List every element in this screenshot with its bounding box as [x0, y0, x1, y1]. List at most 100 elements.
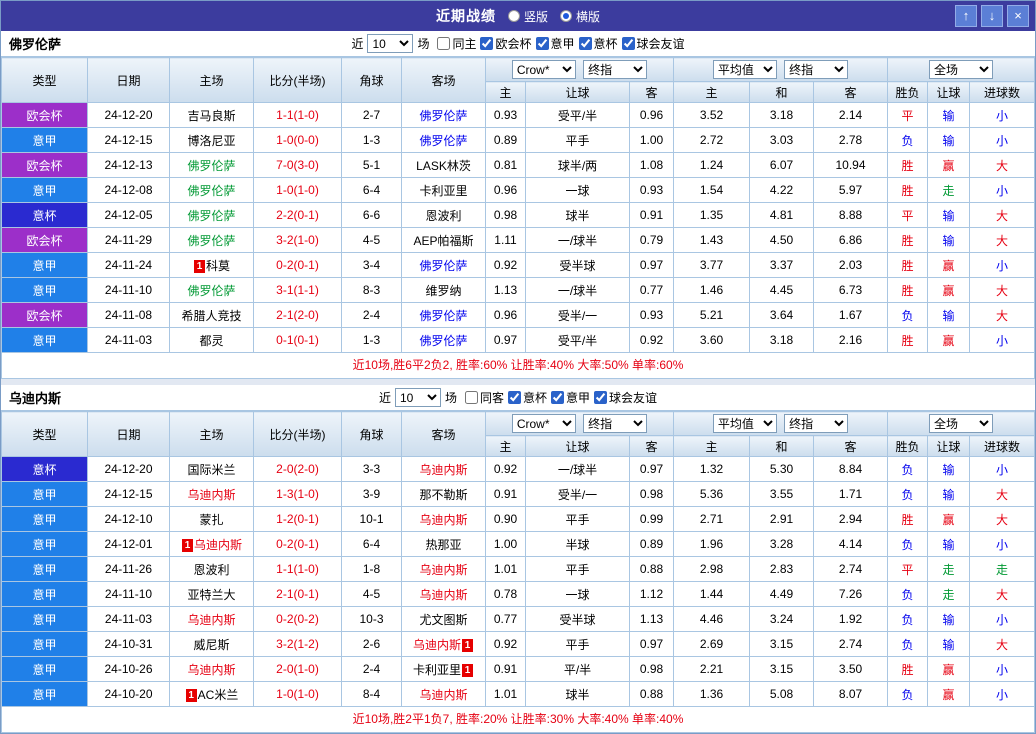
checkbox-意甲[interactable]	[551, 391, 564, 404]
move-up-button[interactable]: ↑	[955, 5, 977, 27]
date-cell: 24-12-10	[88, 507, 170, 532]
away-team-cell[interactable]: 乌迪内斯	[402, 557, 486, 582]
home-team-cell[interactable]: 佛罗伦萨	[170, 153, 254, 178]
close-button[interactable]: ×	[1007, 5, 1029, 27]
date-cell: 24-11-29	[88, 228, 170, 253]
home-team-cell[interactable]: 乌迪内斯	[170, 607, 254, 632]
result-goals-cell: 小	[970, 253, 1035, 278]
filter-checkbox-意杯[interactable]: 意杯	[508, 389, 547, 406]
filter-checkbox-欧会杯[interactable]: 欧会杯	[480, 35, 531, 52]
match-scope-select[interactable]: 全场	[929, 60, 993, 79]
league-cell: 意杯	[2, 457, 88, 482]
radio-vertical-layout[interactable]: 竖版	[508, 8, 548, 25]
home-team-cell[interactable]: 都灵	[170, 328, 254, 353]
home-team-cell[interactable]: 1AC米兰	[170, 682, 254, 707]
away-team-cell[interactable]: 乌迪内斯	[402, 682, 486, 707]
handicap-home-odds-cell: 1.01	[486, 557, 526, 582]
away-team-cell[interactable]: 热那亚	[402, 532, 486, 557]
home-team-cell[interactable]: 乌迪内斯	[170, 482, 254, 507]
avg-time-select[interactable]: 终指	[784, 60, 848, 79]
home-team-cell[interactable]: 国际米兰	[170, 457, 254, 482]
away-team-cell[interactable]: 卡利亚里1	[402, 657, 486, 682]
home-team-cell[interactable]: 佛罗伦萨	[170, 278, 254, 303]
avg-company-select[interactable]: 平均值	[713, 60, 777, 79]
odds-time-select[interactable]: 终指	[583, 60, 647, 79]
away-team-cell[interactable]: 佛罗伦萨	[402, 128, 486, 153]
filter-checkbox-意杯[interactable]: 意杯	[579, 35, 618, 52]
away-team-cell[interactable]: 维罗纳	[402, 278, 486, 303]
home-team-cell[interactable]: 佛罗伦萨	[170, 203, 254, 228]
away-team-cell[interactable]: 乌迪内斯	[402, 582, 486, 607]
home-team-cell[interactable]: 1乌迪内斯	[170, 532, 254, 557]
away-team-cell[interactable]: 佛罗伦萨	[402, 103, 486, 128]
home-team-cell[interactable]: 威尼斯	[170, 632, 254, 657]
sub-header-odds-home: 主	[674, 82, 750, 103]
move-down-button[interactable]: ↓	[981, 5, 1003, 27]
date-cell: 24-12-15	[88, 482, 170, 507]
avg-away-odds-cell: 1.92	[814, 607, 888, 632]
match-count-select[interactable]: 10	[395, 388, 441, 407]
checkbox-label: 同客	[480, 389, 504, 406]
filter-checkbox-同客[interactable]: 同客	[465, 389, 504, 406]
home-team-cell[interactable]: 博洛尼亚	[170, 128, 254, 153]
avg-draw-odds-cell: 2.91	[750, 507, 814, 532]
result-handicap-cell: 输	[928, 228, 970, 253]
filter-checkbox-球会友谊[interactable]: 球会友谊	[622, 35, 685, 52]
away-team-cell[interactable]: 佛罗伦萨	[402, 303, 486, 328]
date-cell: 24-10-31	[88, 632, 170, 657]
odds-time-select[interactable]: 终指	[583, 414, 647, 433]
avg-away-odds-cell: 4.14	[814, 532, 888, 557]
match-count-select[interactable]: 10	[367, 34, 413, 53]
avg-time-select[interactable]: 终指	[784, 414, 848, 433]
checkbox-球会友谊[interactable]	[622, 37, 635, 50]
home-team-cell[interactable]: 恩波利	[170, 557, 254, 582]
home-team-cell[interactable]: 希腊人竞技	[170, 303, 254, 328]
handicap-away-odds-cell: 0.98	[630, 657, 674, 682]
checkbox-同主[interactable]	[437, 37, 450, 50]
odds-company-select[interactable]: Crow*	[512, 60, 576, 79]
away-team-cell[interactable]: LASK林茨	[402, 153, 486, 178]
away-team-cell[interactable]: 乌迪内斯	[402, 507, 486, 532]
radio-horizontal-circle-icon	[560, 10, 572, 22]
filter-checkbox-意甲[interactable]: 意甲	[551, 389, 590, 406]
away-team-cell[interactable]: 那不勒斯	[402, 482, 486, 507]
home-team-cell[interactable]: 乌迪内斯	[170, 657, 254, 682]
match-scope-select[interactable]: 全场	[929, 414, 993, 433]
checkbox-意甲[interactable]	[536, 37, 549, 50]
handicap-line-cell: 一/球半	[526, 228, 630, 253]
filter-checkbox-意甲[interactable]: 意甲	[536, 35, 575, 52]
away-team-cell[interactable]: 尤文图斯	[402, 607, 486, 632]
filter-checkbox-同主[interactable]: 同主	[437, 35, 476, 52]
team-label: 乌迪内斯	[187, 663, 235, 677]
result-wdl-cell: 胜	[888, 253, 928, 278]
handicap-away-odds-cell: 0.79	[630, 228, 674, 253]
handicap-away-odds-cell: 0.88	[630, 682, 674, 707]
away-team-cell[interactable]: 恩波利	[402, 203, 486, 228]
handicap-away-odds-cell: 1.13	[630, 607, 674, 632]
home-team-cell[interactable]: 佛罗伦萨	[170, 178, 254, 203]
filter-checkbox-球会友谊[interactable]: 球会友谊	[594, 389, 657, 406]
home-team-cell[interactable]: 1科莫	[170, 253, 254, 278]
home-team-cell[interactable]: 佛罗伦萨	[170, 228, 254, 253]
home-team-cell[interactable]: 蒙扎	[170, 507, 254, 532]
away-team-cell[interactable]: 卡利亚里	[402, 178, 486, 203]
result-wdl-cell: 平	[888, 557, 928, 582]
checkbox-欧会杯[interactable]	[480, 37, 493, 50]
checkbox-同客[interactable]	[465, 391, 478, 404]
result-handicap-cell: 走	[928, 582, 970, 607]
checkbox-意杯[interactable]	[579, 37, 592, 50]
odds-company-select[interactable]: Crow*	[512, 414, 576, 433]
radio-horizontal-layout[interactable]: 横版	[560, 8, 600, 25]
away-team-cell[interactable]: 佛罗伦萨	[402, 328, 486, 353]
away-team-cell[interactable]: 佛罗伦萨	[402, 253, 486, 278]
result-wdl-cell: 负	[888, 457, 928, 482]
avg-company-select[interactable]: 平均值	[713, 414, 777, 433]
checkbox-球会友谊[interactable]	[594, 391, 607, 404]
home-team-cell[interactable]: 吉马良斯	[170, 103, 254, 128]
away-team-cell[interactable]: AEP帕福斯	[402, 228, 486, 253]
team-name: 佛罗伦萨	[9, 34, 169, 53]
away-team-cell[interactable]: 乌迪内斯	[402, 457, 486, 482]
checkbox-意杯[interactable]	[508, 391, 521, 404]
away-team-cell[interactable]: 乌迪内斯1	[402, 632, 486, 657]
home-team-cell[interactable]: 亚特兰大	[170, 582, 254, 607]
